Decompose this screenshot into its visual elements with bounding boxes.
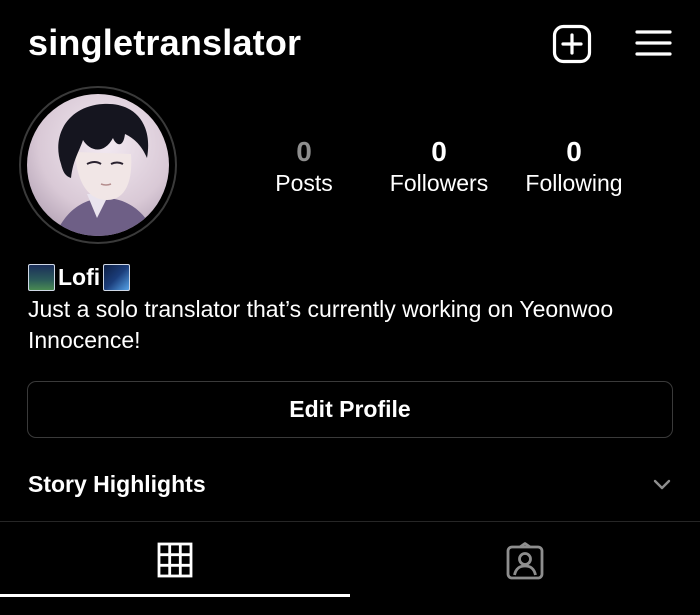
posts-count: 0: [296, 136, 312, 167]
tab-posts-grid[interactable]: [0, 522, 350, 598]
story-highlights-title: Story Highlights: [28, 471, 206, 497]
new-post-button[interactable]: [552, 24, 592, 64]
avatar: [27, 94, 169, 236]
sparkle-night-emoji-icon: [28, 264, 55, 291]
stat-followers[interactable]: 0 Followers: [369, 136, 509, 198]
tab-tagged[interactable]: [350, 522, 700, 598]
followers-label: Followers: [389, 170, 489, 196]
stat-posts[interactable]: 0 Posts: [234, 136, 374, 198]
story-highlights-row[interactable]: Story Highlights: [0, 460, 700, 510]
shooting-star-emoji-icon: [103, 264, 131, 291]
active-tab-indicator: [0, 594, 350, 597]
avatar-ring[interactable]: [19, 86, 177, 244]
bio-text: Just a solo translator that’s currently …: [28, 296, 614, 353]
edit-profile-button[interactable]: Edit Profile: [27, 381, 673, 438]
followers-count: 0: [431, 136, 447, 167]
profile-header: singletranslator: [0, 0, 700, 86]
stat-following[interactable]: 0 Following: [504, 136, 644, 198]
tagged-person-icon: [506, 542, 544, 580]
following-count: 0: [566, 136, 582, 167]
display-name: Lofi: [28, 264, 131, 291]
grid-icon: [157, 542, 193, 578]
plus-square-icon: [552, 24, 592, 64]
posts-label: Posts: [275, 170, 333, 196]
chevron-down-icon: [653, 479, 671, 490]
menu-button[interactable]: [634, 24, 674, 64]
display-name-text: Lofi: [58, 264, 101, 290]
following-label: Following: [525, 170, 623, 196]
avatar-illustration: [55, 103, 155, 236]
username-title[interactable]: singletranslator: [28, 22, 301, 64]
hamburger-menu-icon: [635, 30, 672, 56]
